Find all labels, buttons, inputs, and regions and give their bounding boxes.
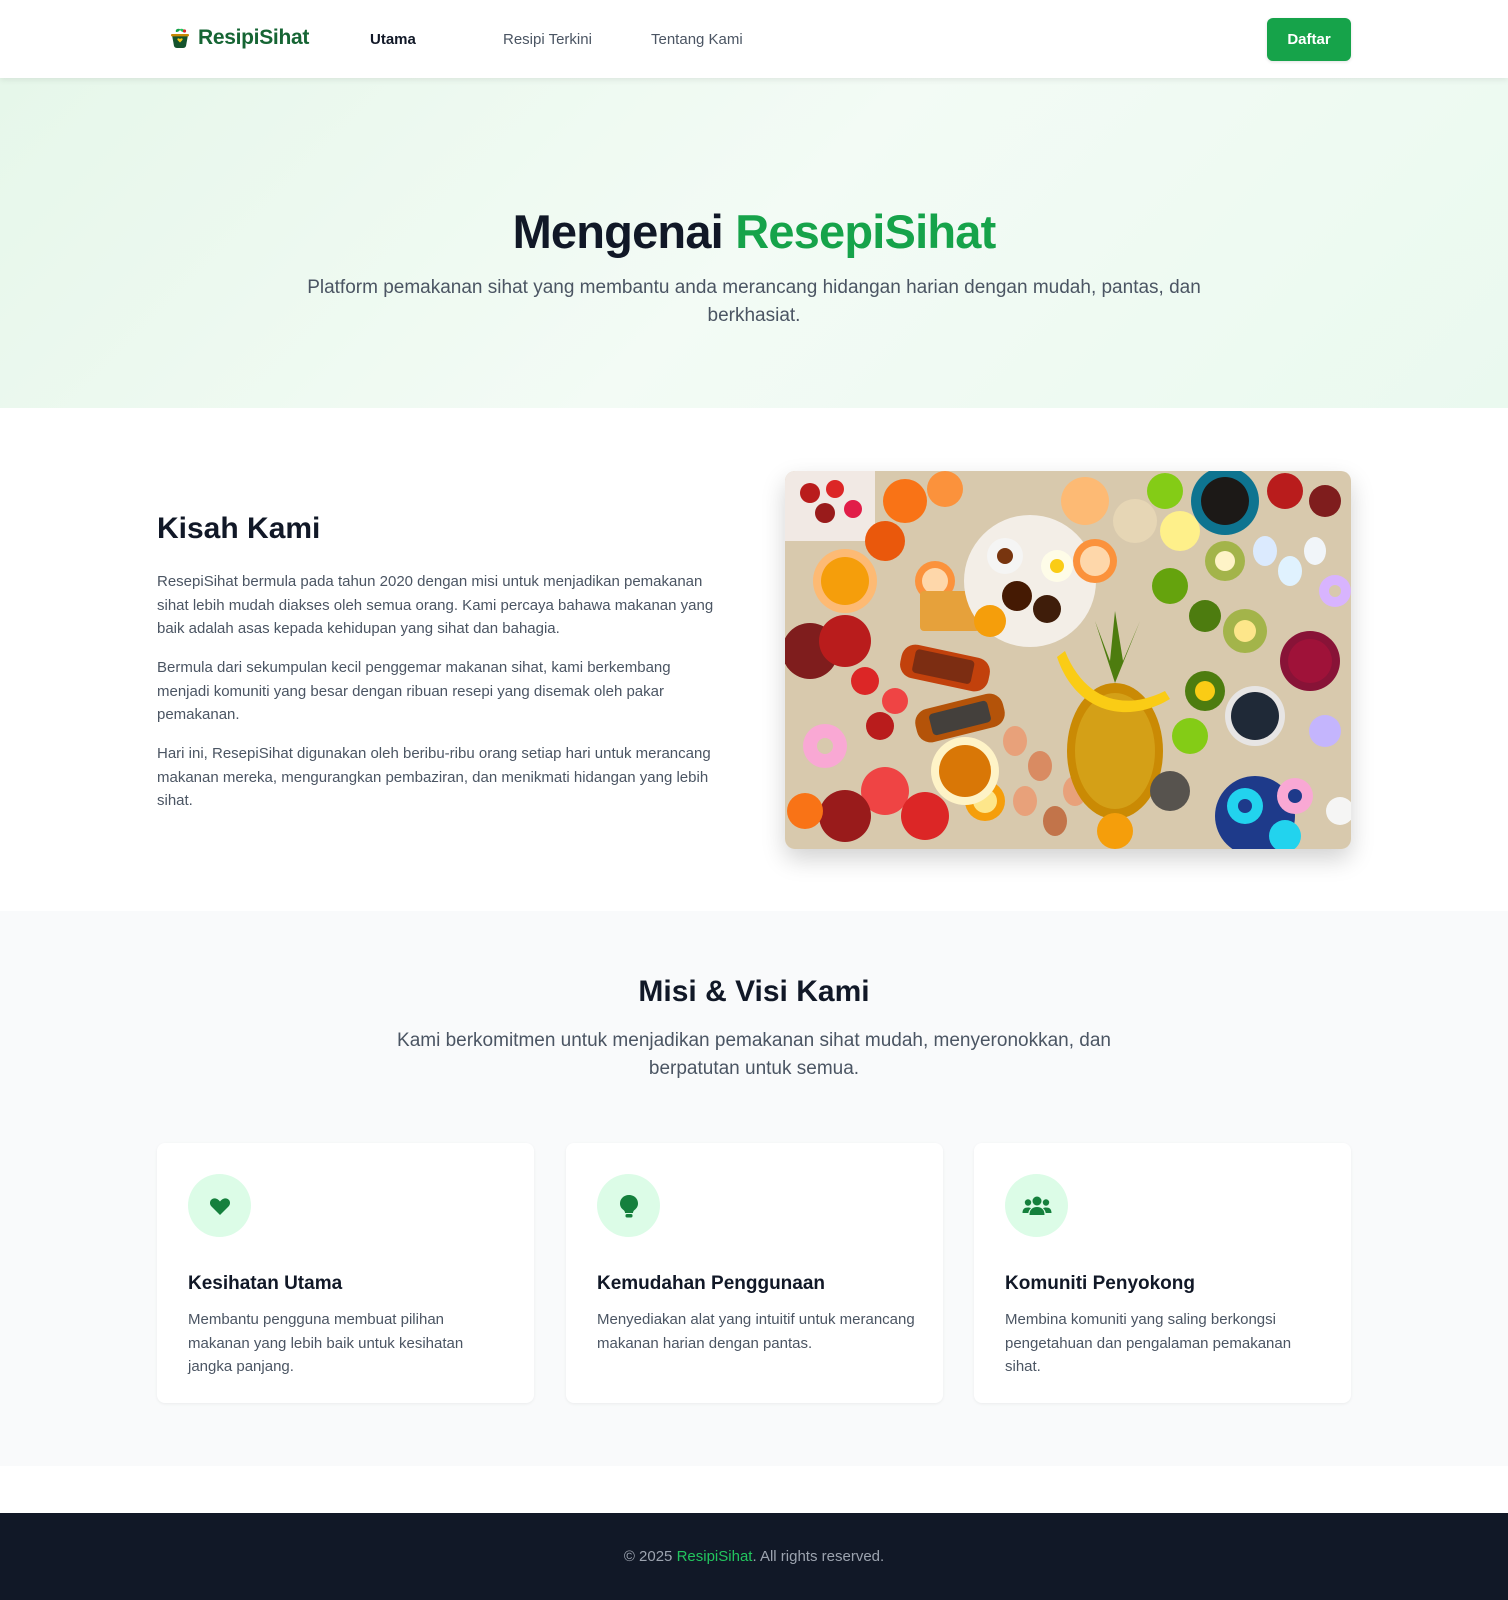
hero-title-prefix: Mengenai	[512, 205, 724, 258]
footer-copyright-prefix: © 2025	[623, 1548, 673, 1565]
card-description: Membantu pengguna membuat pilihan makana…	[188, 1311, 464, 1375]
story-title: Kisah Kami	[157, 512, 321, 545]
nav-link-resipi-terkini[interactable]: Resipi Terkini	[503, 31, 592, 48]
card-icon-badge	[597, 1174, 660, 1237]
users-icon	[1022, 1196, 1051, 1215]
footer: © 2025 ResipiSihat. All rights reserved.	[0, 1513, 1508, 1600]
food-spread-image	[785, 471, 1351, 849]
card-description: Menyediakan alat yang intuitif untuk mer…	[597, 1311, 915, 1352]
card-icon-badge	[1005, 1174, 1068, 1237]
footer-brand[interactable]: ResipiSihat	[677, 1548, 753, 1565]
story-paragraph: ResepiSihat bermula pada tahun 2020 deng…	[157, 573, 714, 637]
hero-section: Mengenai ResepiSihat Platform pemakanan …	[0, 78, 1508, 408]
card-title: Komuniti Penyokong	[1005, 1273, 1195, 1294]
story-paragraph: Bermula dari sekumpulan kecil penggemar …	[157, 659, 671, 723]
mission-card-community: Komuniti Penyokong Membina komuniti yang…	[974, 1143, 1351, 1403]
card-description: Membina komuniti yang saling berkongsi p…	[1005, 1311, 1292, 1375]
footer-copyright: © 2025 ResipiSihat. All rights reserved.	[0, 1548, 1508, 1565]
hero-title: Mengenai ResepiSihat	[0, 204, 1508, 259]
hero-subtitle: Platform pemakanan sihat yang membantu a…	[307, 277, 1201, 326]
brand-name: ResipiSihat	[198, 26, 310, 49]
nav-link-tentang-kami[interactable]: Tentang Kami	[651, 31, 743, 48]
card-title: Kesihatan Utama	[188, 1273, 343, 1294]
salad-bowl-icon	[171, 28, 189, 48]
heart-icon	[209, 1197, 230, 1215]
card-title: Kemudahan Penggunaan	[597, 1273, 826, 1294]
food-spread-illustration	[785, 471, 1351, 849]
story-paragraph: Hari ini, ResepiSihat digunakan oleh ber…	[157, 745, 711, 809]
register-button[interactable]: Daftar	[1267, 18, 1351, 61]
mission-card-health: Kesihatan Utama Membantu pengguna membua…	[157, 1143, 534, 1403]
mission-section: Misi & Visi Kami Kami berkomitmen untuk …	[0, 911, 1508, 1466]
card-icon-badge	[188, 1174, 251, 1237]
mission-title: Misi & Visi Kami	[638, 975, 870, 1008]
lightbulb-icon	[619, 1194, 638, 1217]
hero-title-accent: ResepiSihat	[735, 205, 996, 258]
mission-subtitle: Kami berkomitmen untuk menjadikan pemaka…	[397, 1030, 1111, 1079]
mission-card-ease: Kemudahan Penggunaan Menyediakan alat ya…	[566, 1143, 943, 1403]
nav-link-utama[interactable]: Utama	[370, 31, 416, 48]
navbar: ResipiSihat Utama Resipi Terkini Tentang…	[0, 0, 1508, 78]
footer-copyright-suffix: . All rights reserved.	[752, 1548, 885, 1565]
brand-logo[interactable]: ResipiSihat	[168, 26, 309, 50]
